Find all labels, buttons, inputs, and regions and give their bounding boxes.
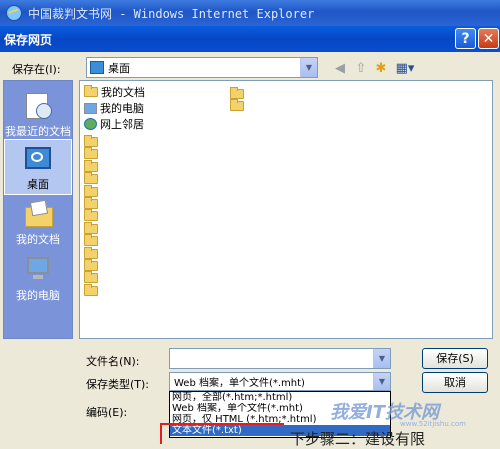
filetype-value: Web 档案，单个文件(*.mht) (174, 378, 305, 389)
encoding-label: 编码(E): (86, 406, 128, 419)
place-my-documents[interactable]: 我的文档 (4, 195, 72, 251)
folder-icon (84, 159, 98, 172)
filename-combo[interactable]: ▼ (169, 348, 391, 369)
place-label: 我最近的文档 (5, 125, 71, 138)
folder-icon (84, 209, 98, 222)
folder-icon (84, 234, 98, 247)
watermark-url: www.52itjishu.com (400, 420, 466, 428)
up-folder-icon[interactable]: ⇧ (352, 59, 370, 77)
my-computer-icon (22, 255, 54, 285)
folder-icon (84, 135, 98, 147)
folder-icon (84, 147, 98, 160)
list-item-label: 我的文档 (101, 86, 145, 99)
browser-titlebar: 中国裁判文书网 - Windows Internet Explorer (0, 0, 500, 26)
folder-icon (84, 197, 98, 209)
my-computer-icon (84, 102, 97, 114)
save-button[interactable]: 保存(S) (422, 348, 488, 369)
chevron-down-icon[interactable]: ▼ (300, 58, 317, 77)
cancel-button[interactable]: 取消 (422, 372, 488, 393)
recent-documents-icon (22, 91, 54, 121)
network-places-icon (84, 118, 97, 130)
place-label: 桌面 (27, 178, 49, 191)
help-button[interactable]: ? (455, 28, 476, 49)
dialog-title: 保存网页 (4, 32, 53, 47)
my-documents-icon (84, 85, 98, 97)
list-item-label: 我的电脑 (100, 102, 144, 115)
close-button[interactable]: ✕ (478, 28, 499, 49)
save-in-combo[interactable]: 桌面 ▼ (86, 57, 318, 78)
folder-icon (84, 246, 98, 259)
list-item[interactable]: 我的电脑 (84, 101, 144, 115)
list-item[interactable]: 网上邻居 (84, 117, 144, 131)
place-desktop[interactable]: 桌面 (4, 139, 72, 195)
folder-icon (230, 87, 244, 99)
save-in-value: 桌面 (108, 61, 130, 75)
folder-icon (84, 184, 98, 197)
background-text: 下步骤二：建设有限 (290, 430, 426, 448)
my-documents-icon (22, 199, 54, 229)
folder-icon (84, 283, 98, 296)
back-icon[interactable]: ◀ (331, 59, 349, 77)
view-menu-icon[interactable]: ▦▾ (394, 59, 416, 77)
internet-explorer-icon (6, 5, 22, 21)
red-annotation-box (160, 423, 284, 444)
save-in-label: 保存在(I): (12, 63, 61, 76)
folder-icon (84, 221, 98, 234)
place-label: 我的文档 (16, 233, 60, 246)
desktop-icon (22, 144, 54, 174)
file-list[interactable]: 我的文档 我的电脑 网上邻居 (79, 80, 493, 339)
folder-icon (230, 99, 244, 112)
folder-item[interactable] (230, 99, 247, 113)
list-item[interactable]: 我的文档 (84, 85, 145, 99)
filetype-combo[interactable]: Web 档案，单个文件(*.mht) ▼ (169, 372, 391, 391)
place-label: 我的电脑 (16, 289, 60, 302)
place-recent-documents[interactable]: 我最近的文档 (4, 87, 72, 143)
desktop-icon (90, 61, 104, 74)
folder-icon (84, 271, 98, 284)
new-folder-icon[interactable]: ✱ (372, 59, 390, 77)
dialog-titlebar[interactable]: 保存网页 ? ✕ (0, 26, 500, 52)
chevron-down-icon[interactable]: ▼ (373, 349, 390, 368)
list-item-label: 网上邻居 (100, 118, 144, 131)
places-bar: 我最近的文档 桌面 我的文档 我的电脑 (3, 80, 73, 339)
filetype-label: 保存类型(T): (86, 378, 150, 391)
folder-icon (84, 172, 98, 185)
filename-label: 文件名(N): (86, 355, 140, 368)
folder-item[interactable] (84, 283, 101, 298)
place-my-computer[interactable]: 我的电脑 (4, 251, 72, 307)
browser-title: 中国裁判文书网 - Windows Internet Explorer (28, 6, 315, 21)
chevron-down-icon[interactable]: ▼ (373, 373, 390, 390)
folder-icon (84, 259, 98, 271)
